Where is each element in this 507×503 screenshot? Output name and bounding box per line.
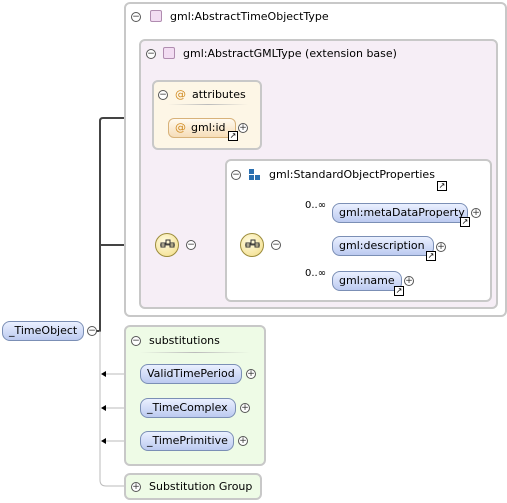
complex-type-icon [163,47,175,59]
link-icon[interactable]: ↗ [426,251,436,261]
element-description[interactable]: gml:description [332,236,434,256]
substitution-timeprimitive[interactable]: _TimePrimitive [140,431,234,451]
expand-toggle[interactable]: + [238,436,248,446]
occurrence-label: 0..∞ [305,200,327,211]
collapse-toggle[interactable]: − [231,170,241,180]
substitution-timecomplex[interactable]: _TimeComplex [140,398,236,418]
arrow-left-icon [101,438,106,444]
expand-toggle[interactable]: + [246,369,256,379]
link-icon[interactable]: ↗ [437,181,447,191]
sequence-compositor-icon[interactable] [240,233,264,257]
attributes-box: − @ attributes [152,80,262,150]
group-title: gml:StandardObjectProperties [269,168,435,181]
expand-toggle[interactable]: + [240,403,250,413]
substitution-group-title: Substitution Group [149,480,253,493]
arrow-left-icon [101,371,106,377]
collapse-toggle[interactable]: − [87,326,97,336]
substitution-group-box[interactable]: + Substitution Group [124,473,262,500]
link-icon[interactable]: ↗ [460,217,470,227]
substitutions-title: substitutions [149,334,220,347]
collapse-toggle[interactable]: − [146,49,156,59]
collapse-toggle[interactable]: − [131,12,141,22]
attributes-title: attributes [192,88,246,101]
sequence-compositor-icon[interactable] [155,233,179,257]
attribute-gml-id[interactable]: @ gml:id [168,118,236,138]
expand-toggle[interactable]: + [238,123,248,133]
expand-toggle[interactable]: + [404,276,414,286]
substitutions-divider [140,352,250,353]
complex-type-icon [150,10,162,22]
occurrence-label: 0..∞ [305,268,327,279]
attribute-at-icon: @ [175,88,186,101]
arrow-left-icon [101,405,106,411]
expand-toggle[interactable]: + [436,242,446,252]
collapse-toggle[interactable]: − [131,336,141,346]
inner-type-title: gml:AbstractGMLType (extension base) [183,47,397,60]
link-icon[interactable]: ↗ [394,286,404,296]
substitution-validtimeperiod[interactable]: ValidTimePeriod [140,364,242,384]
attribute-label: gml:id [191,121,226,134]
root-element-timeobject[interactable]: _TimeObject [2,321,84,341]
expand-toggle[interactable]: + [471,208,481,218]
collapse-toggle[interactable]: − [158,90,168,100]
attribute-at-icon: @ [175,121,186,134]
expand-toggle[interactable]: + [131,482,141,492]
attributes-divider [168,104,248,105]
element-metadataproperty[interactable]: gml:metaDataProperty [332,203,468,223]
link-icon[interactable]: ↗ [228,131,238,141]
element-name[interactable]: gml:name [332,271,402,291]
collapse-toggle[interactable]: − [271,240,281,250]
collapse-toggle[interactable]: − [186,240,196,250]
group-icon [249,169,261,181]
outer-type-title: gml:AbstractTimeObjectType [170,10,329,23]
